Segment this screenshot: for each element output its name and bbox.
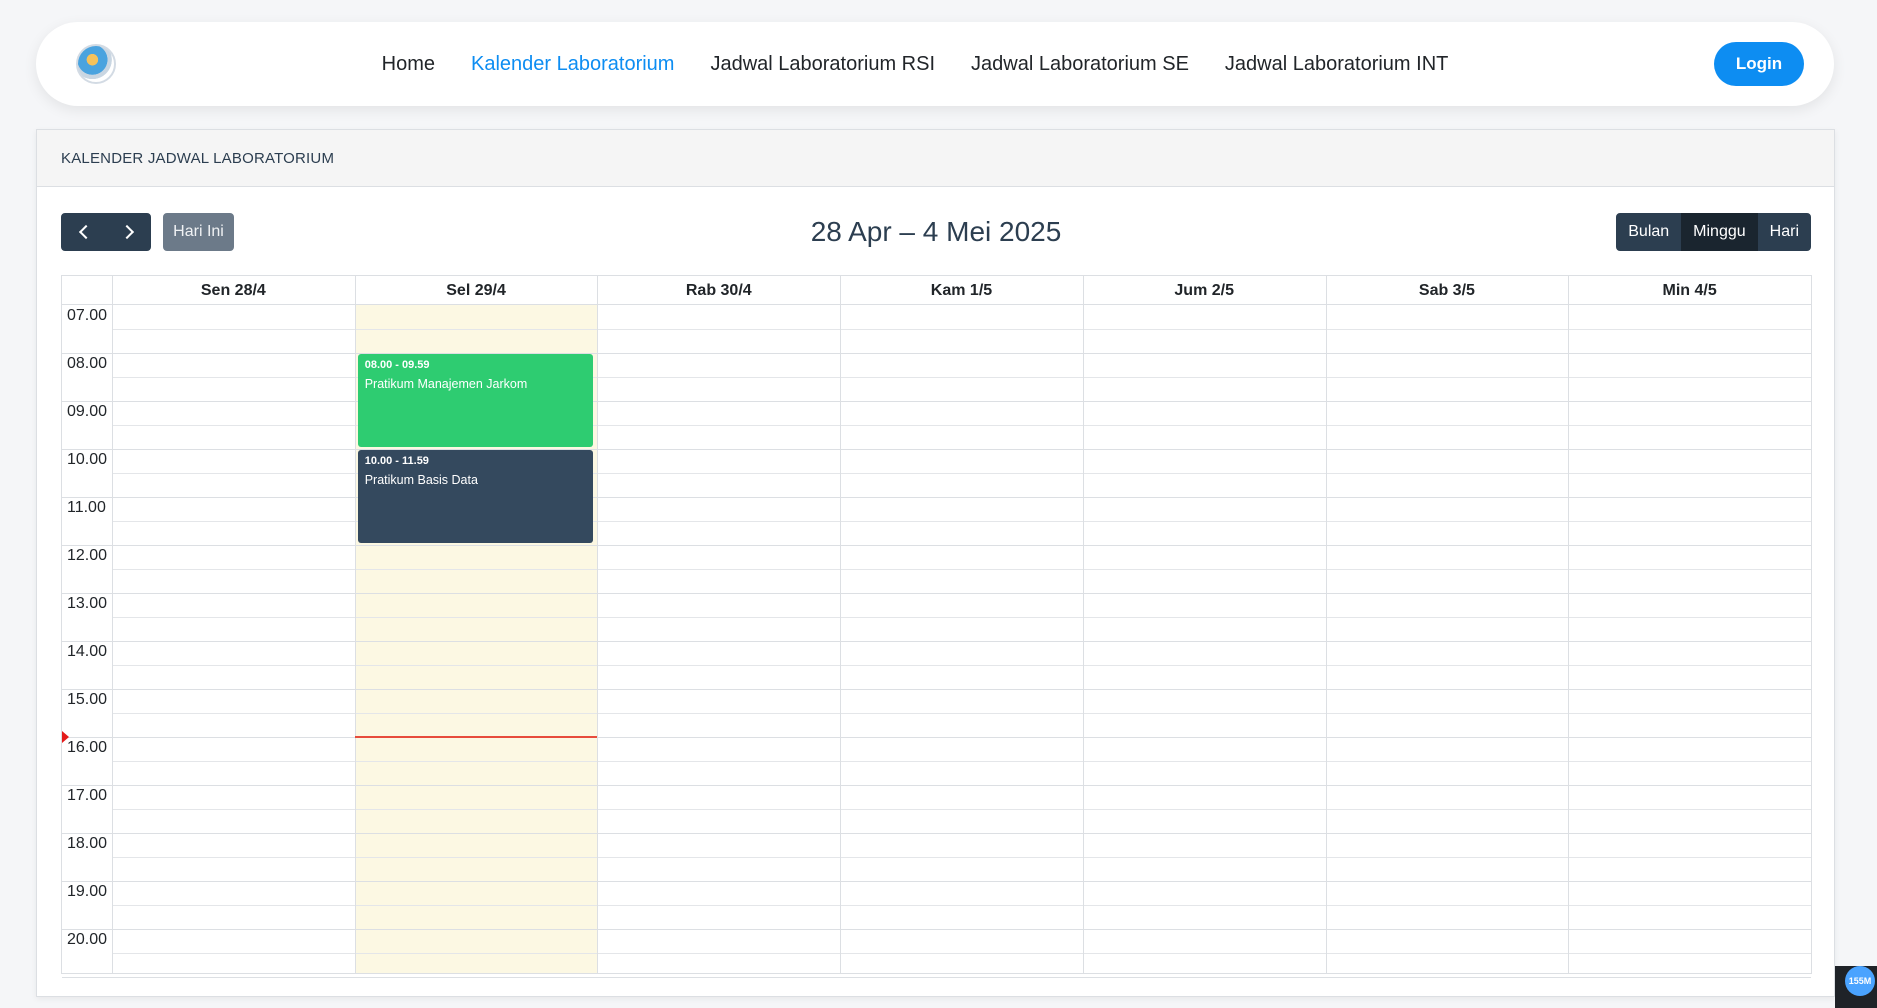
time-label: 18.00 bbox=[67, 835, 108, 852]
hour-line bbox=[62, 785, 1811, 786]
event-title: Pratikum Manajemen Jarkom bbox=[364, 377, 528, 391]
time-label: 12.00 bbox=[67, 547, 108, 564]
half-hour-line bbox=[112, 857, 1811, 858]
column-divider bbox=[1568, 276, 1570, 973]
column-divider bbox=[597, 276, 599, 973]
half-hour-line bbox=[112, 713, 1811, 714]
nav-link-home[interactable]: Home bbox=[382, 53, 435, 76]
view-day-button[interactable]: Hari bbox=[1757, 213, 1811, 251]
hour-line bbox=[62, 641, 1811, 642]
day-header-row: Sen 28/4 Sel 29/4 Rab 30/4 Kam 1/5 Jum 2/5 Sa… bbox=[62, 276, 1811, 305]
now-indicator-line bbox=[354, 735, 598, 738]
event-time: 08.00 - 09.59 bbox=[364, 359, 430, 371]
nav-link-kalender[interactable]: Kalender Laboratorium bbox=[471, 53, 674, 76]
now-indicator-arrow bbox=[62, 730, 69, 743]
day-header: Min 4/5 bbox=[1662, 282, 1717, 299]
time-label: 19.00 bbox=[67, 883, 108, 900]
column-divider bbox=[840, 276, 842, 973]
day-header: Rab 30/4 bbox=[685, 282, 752, 299]
week-grid: Sen 28/4 Sel 29/4 Rab 30/4 Kam 1/5 Jum 2/5 Sa… bbox=[61, 275, 1812, 978]
time-label: 20.00 bbox=[67, 931, 108, 948]
chevron-right-icon bbox=[119, 224, 134, 240]
time-label: 14.00 bbox=[67, 643, 108, 660]
view-button-group: Bulan Minggu Hari bbox=[1616, 213, 1811, 251]
calendar-title: 28 Apr – 4 Mei 2025 bbox=[810, 216, 1062, 247]
hour-line bbox=[62, 929, 1811, 930]
half-hour-line bbox=[112, 617, 1811, 618]
column-divider bbox=[1082, 276, 1084, 973]
day-header: Kam 1/5 bbox=[930, 282, 993, 299]
nav-links: Home Kalender Laboratorium Jadwal Labora… bbox=[36, 22, 1834, 106]
half-hour-line bbox=[112, 329, 1811, 330]
nav-link-jadwal-int[interactable]: Jadwal Laboratorium INT bbox=[1225, 53, 1448, 76]
chevron-left-icon bbox=[78, 224, 93, 240]
hour-line bbox=[62, 353, 1811, 354]
hour-line bbox=[62, 593, 1811, 594]
column-divider bbox=[1325, 276, 1327, 973]
half-hour-line bbox=[112, 809, 1811, 810]
half-hour-line bbox=[112, 569, 1811, 570]
next-button[interactable] bbox=[106, 213, 151, 251]
time-label: 11.00 bbox=[67, 499, 106, 516]
half-hour-line bbox=[112, 665, 1811, 666]
prev-button[interactable] bbox=[61, 213, 106, 251]
day-header: Jum 2/5 bbox=[1174, 282, 1234, 299]
day-header: Sab 3/5 bbox=[1418, 282, 1475, 299]
view-week-button[interactable]: Minggu bbox=[1681, 213, 1758, 251]
time-label: 09.00 bbox=[67, 403, 108, 420]
navbar: Home Kalender Laboratorium Jadwal Labora… bbox=[36, 22, 1834, 106]
hour-line bbox=[62, 497, 1811, 498]
memory-badge: 155M bbox=[1845, 966, 1875, 996]
event-title: Pratikum Basis Data bbox=[364, 473, 478, 487]
half-hour-line bbox=[112, 905, 1811, 906]
corner-badge[interactable]: 155M bbox=[1835, 966, 1877, 1008]
view-month-button[interactable]: Bulan bbox=[1616, 213, 1682, 251]
time-label: 10.00 bbox=[67, 451, 108, 468]
time-label: 15.00 bbox=[67, 691, 108, 708]
hour-line bbox=[62, 881, 1811, 882]
calendar-event[interactable]: 08.00 - 09.59 Pratikum Manajemen Jarkom bbox=[357, 354, 594, 447]
time-label: 17.00 bbox=[67, 787, 108, 804]
hour-line bbox=[62, 977, 1811, 978]
calendar-card: KALENDER JADWAL LABORATORIUM Hari Ini 28… bbox=[36, 129, 1835, 997]
day-header: Sen 28/4 bbox=[200, 282, 266, 299]
time-label: 08.00 bbox=[67, 355, 108, 372]
nav-link-jadwal-se[interactable]: Jadwal Laboratorium SE bbox=[971, 53, 1189, 76]
time-label: 07.00 bbox=[67, 307, 108, 324]
column-divider bbox=[112, 276, 113, 973]
calendar-event[interactable]: 10.00 - 11.59 Pratikum Basis Data bbox=[357, 450, 594, 543]
time-label: 13.00 bbox=[67, 595, 108, 612]
nav-link-jadwal-rsi[interactable]: Jadwal Laboratorium RSI bbox=[710, 53, 935, 76]
nav-button-group bbox=[61, 213, 151, 251]
time-label: 16.00 bbox=[67, 739, 108, 756]
card-header: KALENDER JADWAL LABORATORIUM bbox=[37, 130, 1834, 187]
hour-line bbox=[62, 401, 1811, 402]
day-header: Sel 29/4 bbox=[446, 282, 506, 299]
login-button[interactable]: Login bbox=[1714, 42, 1804, 86]
hour-line bbox=[62, 545, 1811, 546]
hour-line bbox=[62, 689, 1811, 690]
half-hour-line bbox=[112, 953, 1811, 954]
hour-line bbox=[62, 449, 1811, 450]
event-time: 10.00 - 11.59 bbox=[364, 455, 429, 467]
calendar-toolbar: Hari Ini 28 Apr – 4 Mei 2025 Bulan Mingg… bbox=[61, 212, 1811, 252]
half-hour-line bbox=[112, 761, 1811, 762]
column-divider bbox=[354, 276, 356, 973]
today-button[interactable]: Hari Ini bbox=[163, 213, 234, 251]
hour-line bbox=[62, 833, 1811, 834]
hour-line bbox=[62, 737, 1811, 738]
